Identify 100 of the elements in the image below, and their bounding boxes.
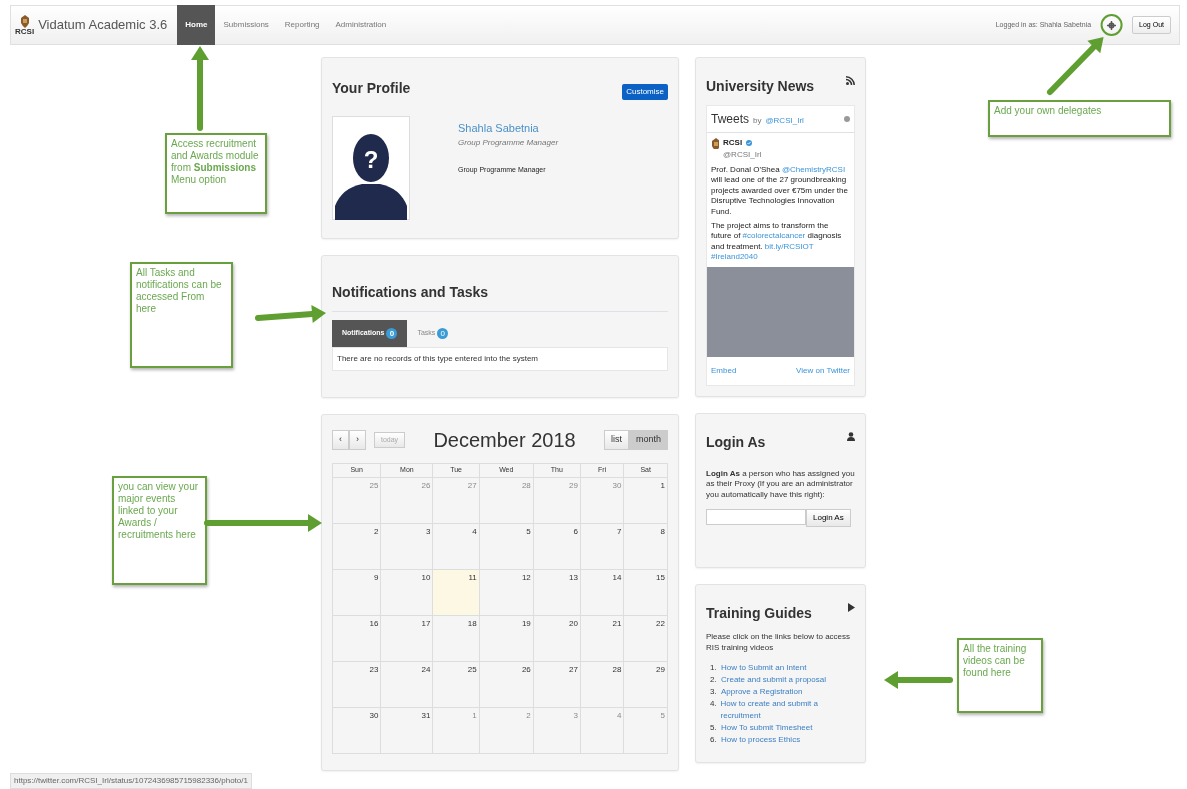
list-number: 1. (710, 661, 718, 674)
arrow (255, 305, 326, 323)
training-intro: Please click on the links below to access RIS training videos (706, 631, 852, 654)
calendar-day[interactable]: 30 (332, 707, 381, 753)
calendar-title: December 2018 (433, 428, 576, 453)
nav-tab[interactable]: Submissions (215, 5, 277, 45)
calendar-day[interactable]: 16 (332, 615, 381, 661)
app-title: Vidatum Academic 3.6 (38, 16, 168, 35)
login-as-field[interactable] (706, 508, 806, 525)
calendar-day[interactable]: 15 (623, 569, 668, 615)
calendar-day[interactable]: 18 (432, 615, 480, 661)
tweet-link[interactable]: bit.ly/RCSIOT (764, 241, 814, 251)
nav-tab[interactable]: Administration (327, 5, 395, 45)
calendar-day[interactable]: 11 (432, 569, 480, 615)
calendar-day[interactable]: 19 (479, 615, 534, 661)
list-number: 6. (710, 733, 718, 746)
list-number: 5. (710, 721, 718, 734)
info-icon[interactable] (844, 116, 850, 122)
nav-tab[interactable]: Home (177, 5, 216, 45)
calendar-day[interactable]: 9 (332, 569, 381, 615)
panel-title: Your Profile (332, 78, 411, 98)
calendar-day[interactable]: 23 (332, 661, 381, 707)
calendar-day[interactable]: 24 (380, 661, 433, 707)
calendar-day[interactable]: 14 (580, 569, 624, 615)
tweet-text: The project aims to transform the future of #colorectalcancer diagnosis and treatment. bit.ly/RCSIOT #Ireland2040 (711, 220, 843, 263)
crest-icon (711, 137, 719, 149)
panel-title: Training Guides (706, 603, 812, 623)
user-icon (847, 431, 855, 441)
rss-icon (846, 76, 855, 85)
training-link[interactable]: How to Submit an Intent (721, 661, 807, 674)
tweets-title: Tweets (711, 111, 749, 128)
avatar-silhouette: ? (332, 116, 410, 220)
previous-button[interactable]: ‹ (332, 430, 349, 450)
login-as-description: Login As a person who has assigned you as their Proxy (If you are an administrator you automatically have this right): (706, 468, 855, 501)
calendar-day[interactable]: 8 (623, 523, 668, 569)
list-number: 2. (710, 673, 718, 686)
settings-icon[interactable] (1107, 20, 1117, 30)
crest-icon (19, 14, 30, 28)
training-link[interactable]: How to process Ethics (721, 733, 801, 746)
calendar-day[interactable]: 28 (580, 661, 624, 707)
verified-icon (746, 140, 753, 146)
calendar-day[interactable]: 10 (380, 569, 433, 615)
by-label: by (753, 115, 762, 127)
tweet-link[interactable]: @ChemistryRCSI (781, 165, 846, 174)
training-link[interactable]: Create and submit a proposal (721, 673, 826, 686)
calendar-day[interactable]: 29 (623, 661, 668, 707)
arrow (1047, 37, 1104, 95)
login-as-button[interactable]: Login As (806, 508, 851, 527)
embed-link[interactable]: Embed (711, 364, 737, 377)
calendar-day[interactable]: 4 (580, 707, 624, 753)
calendar-day[interactable]: 4 (432, 523, 480, 569)
nav-tab[interactable]: Reporting (276, 5, 328, 45)
training-link[interactable]: Approve a Registration (721, 685, 803, 698)
training-link[interactable]: How To submit Timesheet (721, 721, 813, 734)
annotation-callout: you can view your major events linked to your Awards / recruitments here (112, 476, 207, 585)
calendar-day[interactable]: 25 (432, 661, 480, 707)
next-button[interactable]: › (349, 430, 366, 450)
annotation-callout: Access recruitment and Awards module from Submissions Menu option (165, 133, 267, 214)
empty-message: There are no records of this type entered into the system (332, 347, 668, 371)
tweet-author: RCSI (723, 137, 743, 149)
calendar-day[interactable]: 26 (479, 661, 534, 707)
profile-subtitle: Group Programme Manager (458, 136, 559, 149)
calendar-day[interactable]: 6 (533, 523, 581, 569)
calendar-day[interactable]: 1 (623, 477, 668, 523)
tweet-link[interactable]: #colorectalcancer (742, 231, 806, 241)
customise-button[interactable]: Customise (622, 84, 668, 100)
training-link[interactable]: How to create and submit a recruitment (720, 697, 855, 722)
list-number: 4. (710, 697, 718, 710)
tweet-handle: @RCSI_Irl (723, 149, 762, 161)
calendar-day[interactable]: 17 (380, 615, 433, 661)
calendar-day[interactable]: 31 (380, 707, 433, 753)
calendar-day[interactable]: 5 (479, 523, 534, 569)
panel-title: University News (706, 77, 815, 96)
calendar-day[interactable]: 21 (580, 615, 624, 661)
logo-text: RCSI (15, 28, 35, 36)
panel-title: Login As (706, 432, 766, 452)
panel-title: Notifications and Tasks (332, 282, 668, 312)
calendar-day[interactable]: 20 (533, 615, 581, 661)
highlight-ring (1100, 14, 1123, 36)
calendar-day[interactable]: 12 (479, 569, 534, 615)
twitter-handle-link[interactable]: @RCSI_Irl (765, 115, 804, 127)
calendar-day[interactable]: 29 (533, 477, 581, 523)
annotation-callout: All Tasks and notifications can be accessed From here (130, 262, 233, 368)
arrow (884, 671, 953, 689)
tweet-text: Prof. Donal O'Shea @ChemistryRCSI will lead one of the 27 groundbreaking projects awarded over €75m under the Disruptive Technologies Innovation Fund. (711, 165, 849, 217)
tweet-link[interactable]: #Ireland2040 (711, 252, 758, 262)
annotation-callout: All the training videos can be found here (957, 638, 1043, 713)
list-number: 3. (710, 685, 718, 698)
status-url: https://twitter.com/RCSI_Irl/status/1072436985715982336/photo/1 (10, 773, 252, 789)
calendar-day[interactable]: 2 (332, 523, 381, 569)
annotation-callout: Add your own delegates (988, 100, 1171, 137)
calendar-day[interactable]: 27 (533, 661, 581, 707)
calendar-day[interactable]: 7 (580, 523, 624, 569)
play-icon (848, 602, 855, 612)
calendar-day[interactable]: 22 (623, 615, 668, 661)
view-toggle[interactable]: month (628, 430, 668, 450)
calendar-day[interactable]: 3 (380, 523, 433, 569)
calendar-day[interactable]: 13 (533, 569, 581, 615)
view-toggle[interactable]: list (603, 430, 629, 450)
view-on-twitter-link[interactable]: View on Twitter (796, 364, 850, 377)
